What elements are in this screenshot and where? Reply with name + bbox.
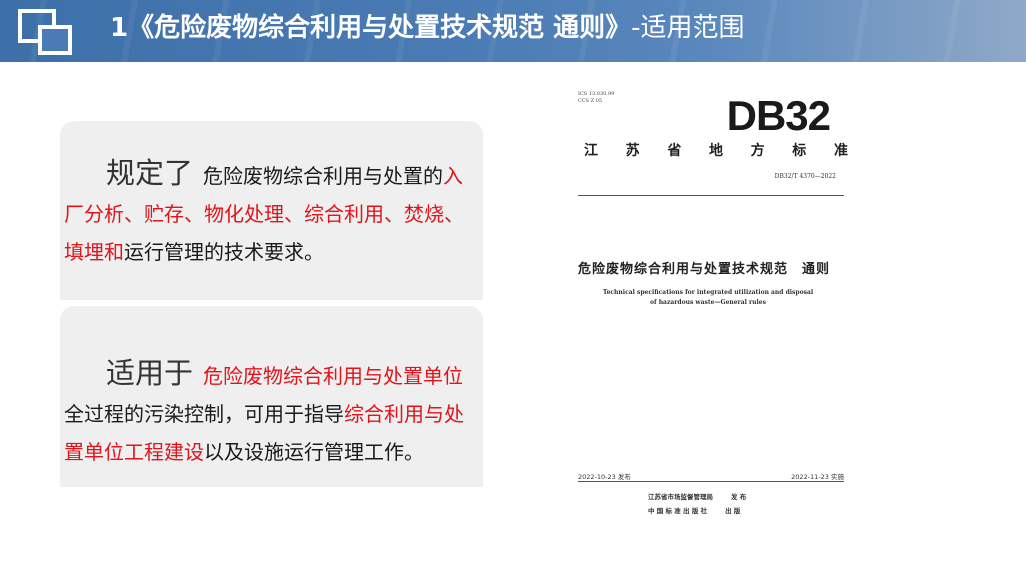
panel-text-normal: 危险废物综合利用与处置的 [203,164,444,188]
publisher-role: 出 版 [725,507,741,515]
standard-number: DB32/T 4370—2022 [774,173,836,180]
panel-text-normal: 全过程的污染控制，可用于指导 [64,402,344,426]
header-banner: 1《危险废物综合利用与处置技术规范 通则》-适用范围 [0,0,1026,62]
issue-date: 2022-10-23 发布 [578,473,631,481]
standard-type: 江 苏 省 地 方 标 准 [584,140,848,160]
publisher-name: 中 国 标 准 出 版 社 [648,507,708,515]
document-title-cn: 危险废物综合利用与处置技术规范 通则 [578,262,831,277]
ics-line: ICS 13.030.99 [578,91,615,97]
divider [578,481,844,482]
divider [578,195,844,196]
scope-panel-applies: 适用于 危险废物综合利用与处置单位全过程的污染控制，可用于指导综合利用与处置单位工… [60,306,483,487]
standard-type-char: 标 [792,143,807,159]
title-en-line: of hazardous waste—General rules [650,299,766,306]
standard-type-char: 苏 [625,143,640,159]
ics-code: ICS 13.030.99 CCS Z 05 [578,91,614,105]
implementation-date: 2022-11-23 实施 [791,473,844,481]
standard-type-char: 准 [833,143,848,159]
panel-lead: 规定了 [106,156,194,190]
panel-text-normal: 运行管理的技术要求。 [124,240,324,264]
date-row: 2022-10-23 发布 2022-11-23 实施 [578,471,844,481]
publishers: 江苏省市场监督管理局 发 布 中 国 标 准 出 版 社 出 版 [648,490,746,518]
standard-type-char: 省 [667,143,682,159]
standard-type-char: 地 [708,143,723,159]
panel-text: 规定了 危险废物综合利用与处置的入厂分析、贮存、物化处理、综合利用、焚烧、填埋和运… [64,154,479,271]
page-title-sub: -适用范围 [631,13,745,43]
scope-panel-regulates: 规定了 危险废物综合利用与处置的入厂分析、贮存、物化处理、综合利用、焚烧、填埋和运… [60,121,483,300]
standard-type-char: 江 [584,143,598,159]
panel-text: 适用于 危险废物综合利用与处置单位全过程的污染控制，可用于指导综合利用与处置单位工… [64,354,479,471]
standard-code: DB32 [726,92,831,139]
panel-text-normal: 以及设施运行管理工作。 [204,440,424,464]
document-title-en: Technical specifications for integrated … [586,288,830,308]
title-en-line: Technical specifications for integrated … [602,289,814,296]
publisher-name: 江苏省市场监督管理局 [648,493,713,501]
standard-cover-image: ICS 13.030.99 CCS Z 05 DB32 江 苏 省 地 方 标 … [566,80,854,520]
panel-lead: 适用于 [106,356,194,390]
publisher-role: 发 布 [731,493,747,501]
page-title-main: 1《危险废物综合利用与处置技术规范 通则》 [110,13,632,43]
standard-type-char: 方 [750,143,765,159]
panel-text-highlight: 危险废物综合利用与处置单位 [203,364,464,388]
overlapping-squares-icon [18,9,72,55]
ccs-line: CCS Z 05 [578,98,603,104]
page-title: 1《危险废物综合利用与处置技术规范 通则》-适用范围 [110,10,745,49]
